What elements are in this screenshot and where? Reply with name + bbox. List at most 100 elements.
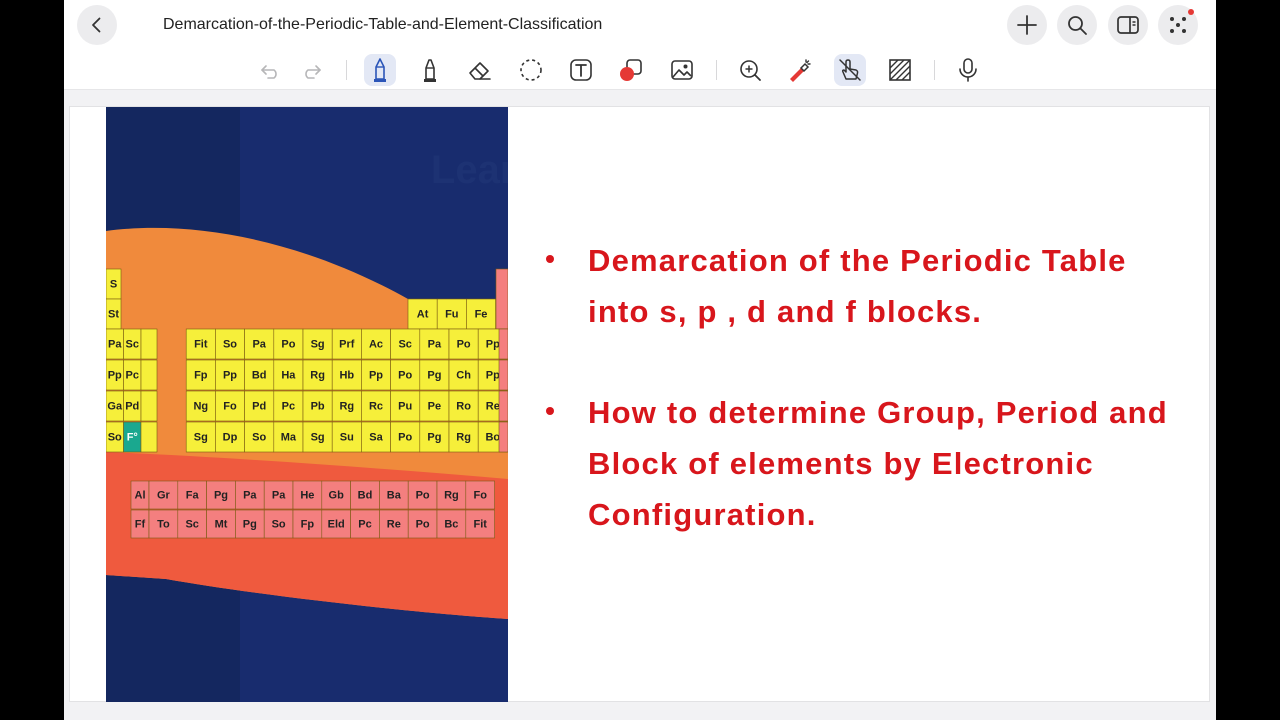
element-symbol: Sc [398, 339, 411, 351]
element-cell [140, 390, 158, 422]
element-symbol: Pa [243, 489, 257, 501]
element-symbol: Rg [310, 370, 325, 382]
hatch-fill-icon [889, 59, 911, 81]
search-button[interactable] [1057, 5, 1097, 45]
touch-hand-tool[interactable] [834, 54, 866, 86]
element-symbol: Gr [157, 489, 171, 501]
element-symbol: Bc [444, 518, 458, 530]
image-tool[interactable] [666, 54, 698, 86]
element-symbol: Pu [398, 401, 412, 413]
element-symbol: Sa [369, 432, 383, 444]
element-symbol: Pa [272, 489, 286, 501]
shapes-tool[interactable] [615, 54, 647, 86]
element-symbol: Sg [311, 432, 325, 444]
element-symbol: Fit [473, 518, 487, 530]
element-symbol: Al [135, 489, 146, 501]
document-page[interactable]: Learn S St At Fu Fe Pa Sc Fit So Pa Po Sg Prf Ac Sc Pa P… [69, 106, 1210, 702]
top-bar: Demarcation-of-the-Periodic-Table-and-El… [64, 0, 1216, 50]
element-symbol: Pa [428, 339, 442, 351]
element-symbol: Dp [223, 432, 238, 444]
element-symbol: So [272, 518, 286, 530]
element-symbol: Pc [126, 370, 139, 382]
chevron-left-icon [92, 17, 101, 33]
zoom-in-icon [740, 60, 761, 81]
panel-toggle-button[interactable] [1108, 5, 1148, 45]
toolbar-divider [346, 60, 347, 80]
text-tool[interactable] [565, 54, 597, 86]
pen-tool[interactable] [364, 54, 396, 86]
bullet-dot [546, 407, 554, 415]
element-symbol: Fit [194, 339, 208, 351]
element-symbol: He [300, 489, 314, 501]
text-box-icon [570, 59, 592, 81]
element-symbol: Fp [301, 518, 315, 530]
element-symbol: Re [486, 401, 500, 413]
laser-pointer-tool[interactable] [783, 54, 815, 86]
pen-icon [374, 58, 386, 82]
redo-icon [305, 65, 321, 79]
lasso-tool[interactable] [515, 54, 547, 86]
bullet-text: Demarcation of the Periodic Table into s… [588, 243, 1127, 329]
element-symbol: Fu [445, 309, 458, 321]
periodic-table-graphic: Learn S St At Fu Fe Pa Sc Fit So Pa Po Sg Prf Ac Sc Pa P… [106, 107, 508, 702]
element-symbol: Po [457, 339, 471, 351]
element-symbol: Po [398, 370, 412, 382]
element-symbol: F° [127, 432, 138, 444]
element-symbol: Pp [223, 370, 237, 382]
element-symbol: Po [416, 518, 430, 530]
element-symbol: Ch [456, 370, 471, 382]
element-symbol: Pp [486, 339, 500, 351]
element-symbol: At [417, 309, 429, 321]
more-options-button[interactable] [1158, 5, 1198, 45]
element-symbol: Bd [358, 489, 373, 501]
element-symbol: Ro [456, 401, 471, 413]
element-symbol: Po [398, 432, 412, 444]
element-symbol: Ff [135, 518, 146, 530]
element-cell [498, 359, 508, 391]
element-symbol: Mt [215, 518, 228, 530]
microphone-tool[interactable] [952, 54, 984, 86]
element-symbol: Sc [185, 518, 198, 530]
shapes-icon [620, 59, 642, 81]
element-symbol: Prf [339, 339, 355, 351]
element-symbol: Sc [126, 339, 139, 351]
eraser-tool[interactable] [464, 54, 496, 86]
element-symbol: S [110, 279, 117, 291]
element-symbol: Fa [186, 489, 200, 501]
toolbar-divider [716, 60, 717, 80]
laser-pointer-icon [790, 59, 811, 82]
bullet-text: How to determine Group, Period and Block… [588, 395, 1168, 532]
sidebar-panel-icon [1117, 16, 1139, 34]
element-symbol: Pc [282, 401, 295, 413]
slide-bullet-list: Demarcation of the Periodic Table into s… [546, 235, 1186, 540]
element-symbol: Pb [311, 401, 325, 413]
element-symbol: Ba [387, 489, 402, 501]
element-symbol: Sg [311, 339, 325, 351]
grid-dots-icon [1170, 17, 1186, 33]
element-symbol: Bo [485, 432, 500, 444]
element-symbol: To [157, 518, 170, 530]
element-symbol: Rc [369, 401, 383, 413]
undo-icon [261, 65, 277, 79]
element-symbol: Ha [281, 370, 296, 382]
image-icon [671, 60, 693, 80]
bullet-item: How to determine Group, Period and Block… [546, 387, 1186, 540]
periodic-table-image: Learn S St At Fu Fe Pa Sc Fit So Pa Po Sg Prf Ac Sc Pa P… [106, 107, 508, 702]
element-cell [140, 421, 158, 453]
zoom-tool[interactable] [734, 54, 766, 86]
plus-icon [1017, 15, 1037, 35]
element-symbol: Pg [243, 518, 257, 530]
notification-dot [1188, 9, 1194, 15]
back-button[interactable] [77, 5, 117, 45]
hatch-fill-tool[interactable] [884, 54, 916, 86]
undo-button[interactable] [254, 54, 286, 86]
element-symbol: Pc [358, 518, 371, 530]
bullet-dot [546, 255, 554, 263]
search-icon [1068, 16, 1087, 35]
element-symbol: Pp [486, 370, 500, 382]
highlighter-tool[interactable] [414, 54, 446, 86]
redo-button[interactable] [296, 54, 328, 86]
element-symbol: So [223, 339, 237, 351]
add-button[interactable] [1007, 5, 1047, 45]
element-cell [140, 328, 158, 360]
